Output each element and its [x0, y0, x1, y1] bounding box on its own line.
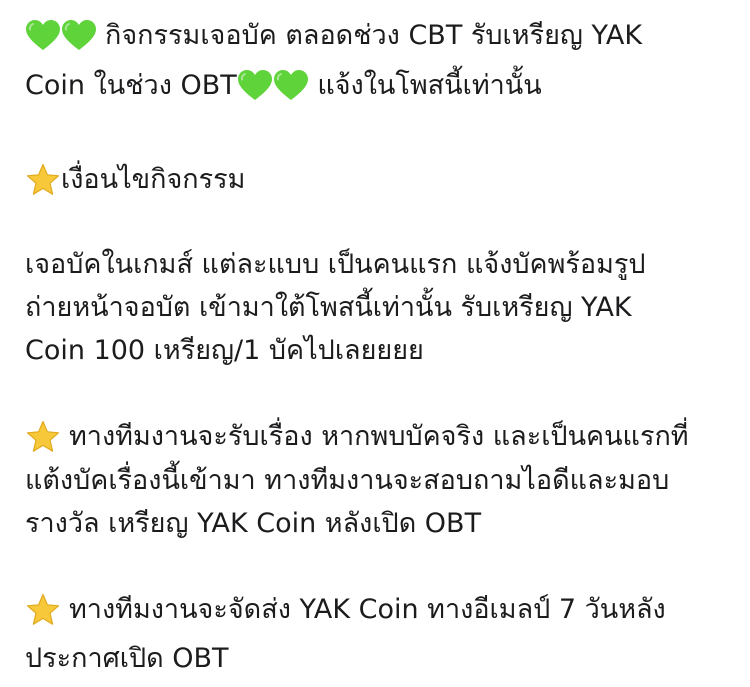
post-text: แต้งบัคเรื่องนี้เข้ามา ทางทีมงานจะสอบถาม…	[25, 465, 670, 496]
post-text: ถ่ายหน้าจอบัต เข้ามาใต้โพสนี้เท่านั้น รั…	[25, 292, 632, 323]
post-text: กิจกรรมเจอบัค ตลอดช่วง CBT รับเหรียญ YAK	[105, 20, 643, 51]
post-text: ทางทีมงานจะรับเรื่อง หากพบบัคจริง และเป็…	[69, 421, 689, 452]
star-icon	[25, 163, 61, 197]
post-line: แต้งบัคเรื่องนี้เข้ามา ทางทีมงานจะสอบถาม…	[25, 459, 669, 503]
post-text: Coin 100 เหรียญ/1 บัคไปเลยยยย	[25, 335, 424, 366]
post-line: Coin ในช่วง OBT แจ้งในโพสนี้เท่านั้น	[25, 64, 542, 108]
post-text: Coin ในช่วง OBT	[25, 70, 237, 101]
post-text: แจ้งในโพสนี้เท่านั้น	[308, 70, 542, 101]
post-text: ทางทีมงานจะจัดส่ง YAK Coin ทางอีเมลป์ 7 …	[69, 594, 666, 625]
post-line: กิจกรรมเจอบัค ตลอดช่วง CBT รับเหรียญ YAK	[25, 14, 642, 58]
green-heart-icon	[25, 19, 61, 53]
green-heart-icon	[61, 19, 97, 53]
post-line: Coin 100 เหรียญ/1 บัคไปเลยยยย	[25, 329, 424, 373]
post-text: รางวัล เหรียญ YAK Coin หลังเปิด OBT	[25, 508, 482, 539]
post-text: ประกาศเปิด OBT	[25, 643, 229, 674]
post-line: ประกาศเปิด OBT	[25, 637, 229, 681]
green-heart-icon	[237, 69, 273, 103]
post-line: เจอบัคในเกมส์ แต่ละแบบ เป็นคนแรก แจ้งบัค…	[25, 243, 646, 287]
post-line: เงื่อนไขกิจกรรม	[25, 158, 245, 202]
star-icon	[25, 593, 61, 627]
post-line: ทางทีมงานจะจัดส่ง YAK Coin ทางอีเมลป์ 7 …	[25, 588, 666, 632]
post-line: ทางทีมงานจะรับเรื่อง หากพบบัคจริง และเป็…	[25, 415, 689, 459]
post-text: เจอบัคในเกมส์ แต่ละแบบ เป็นคนแรก แจ้งบัค…	[25, 249, 646, 280]
post-line: ถ่ายหน้าจอบัต เข้ามาใต้โพสนี้เท่านั้น รั…	[25, 286, 632, 330]
post-line: รางวัล เหรียญ YAK Coin หลังเปิด OBT	[25, 502, 481, 546]
green-heart-icon	[273, 69, 309, 103]
post-text: เงื่อนไขกิจกรรม	[61, 164, 246, 195]
star-icon	[25, 420, 61, 454]
